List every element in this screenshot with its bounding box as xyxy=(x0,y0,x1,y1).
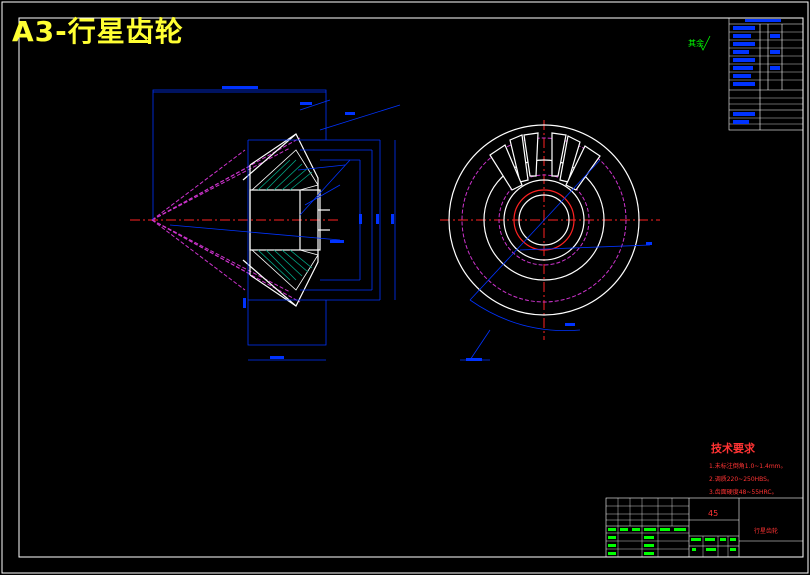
technical-requirements-heading: 技术要求 xyxy=(711,442,755,455)
technical-requirement-2: 2.调质220~250HBS。 xyxy=(709,476,773,483)
roughness-note: 其余 xyxy=(688,39,704,48)
drawing-title: A3-行星齿轮 xyxy=(12,15,184,48)
material-label: 45 xyxy=(708,509,719,518)
outer-border xyxy=(1,1,809,574)
title-block-text xyxy=(608,528,736,555)
section-view xyxy=(130,86,401,361)
gear-parameter-table-text xyxy=(733,19,781,124)
technical-requirement-3: 3.齿面硬度48~55HRC。 xyxy=(709,489,778,496)
engineering-drawing xyxy=(1,1,809,574)
part-name-label: 行星齿轮 xyxy=(754,528,779,535)
technical-requirement-1: 1.未标注倒角1.0~1.4mm。 xyxy=(709,463,787,470)
front-view xyxy=(440,120,660,361)
inner-border xyxy=(18,17,804,558)
